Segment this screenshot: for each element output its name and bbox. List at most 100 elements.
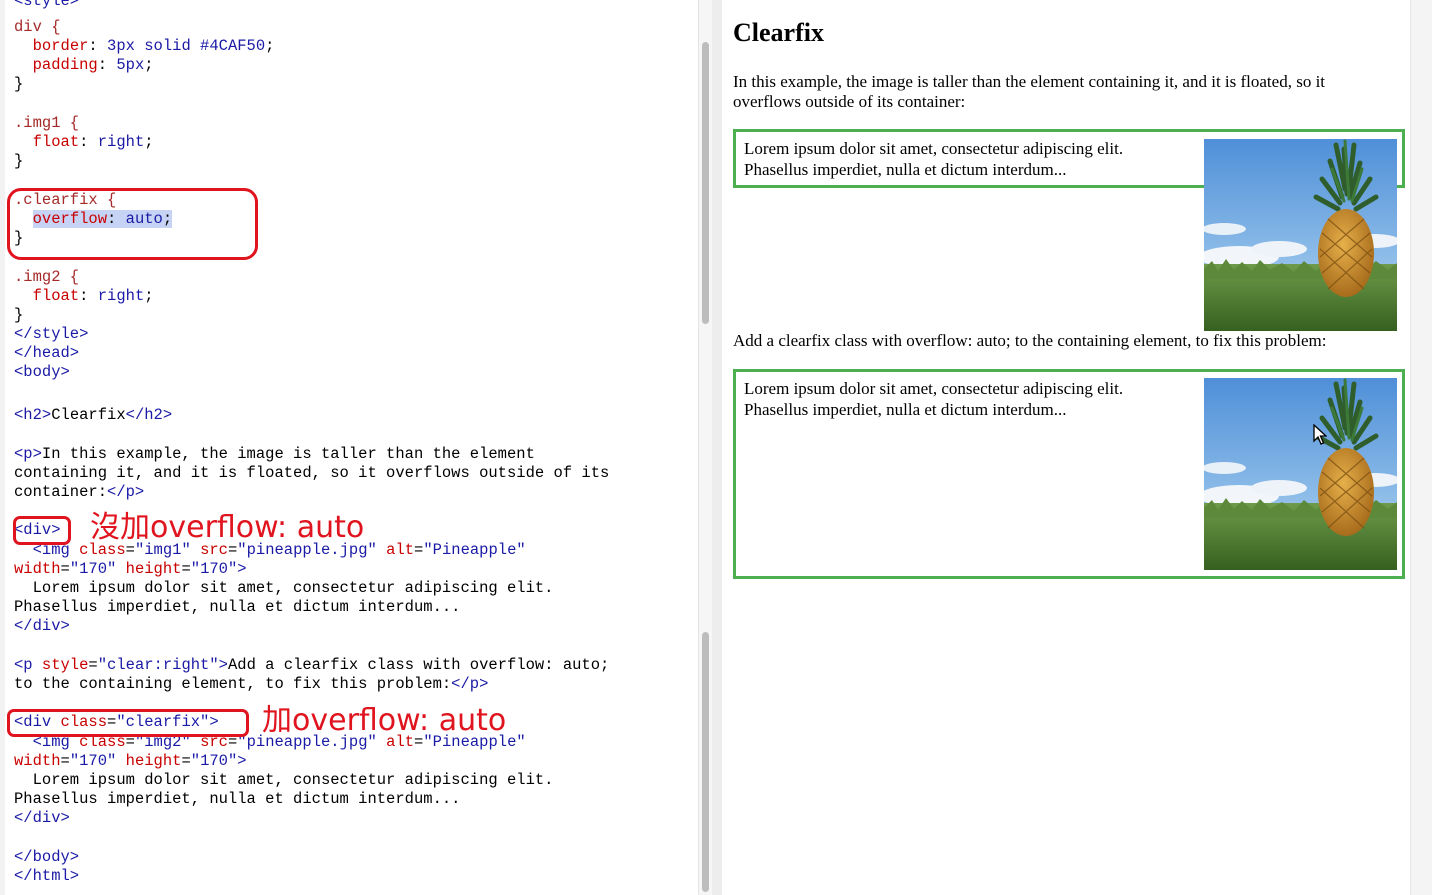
code-line[interactable]: } bbox=[14, 152, 23, 171]
code-token: ; bbox=[144, 56, 154, 74]
code-line[interactable]: </style> bbox=[14, 325, 88, 344]
code-line[interactable]: <p style="clear:right">Add a clearfix cl… bbox=[14, 656, 609, 675]
code-token: = bbox=[60, 560, 70, 578]
code-token: </style> bbox=[14, 325, 89, 343]
code-token: : bbox=[97, 56, 117, 74]
code-token: div { bbox=[14, 18, 61, 36]
code-token: height bbox=[125, 560, 182, 578]
code-line[interactable]: </div> bbox=[14, 809, 70, 828]
code-token: </p> bbox=[107, 483, 145, 501]
code-line[interactable]: </head> bbox=[14, 344, 79, 363]
lorem-line-2: Phasellus imperdiet, nulla et dictum int… bbox=[744, 400, 1067, 419]
editor-scrollbar-thumb-bottom[interactable] bbox=[702, 632, 709, 892]
code-line[interactable]: to the containing element, to fix this p… bbox=[14, 675, 488, 694]
code-line[interactable]: </div> bbox=[14, 617, 70, 636]
code-token: 3px solid #4CAF50 bbox=[107, 37, 266, 55]
code-line[interactable]: width="170" height="170"> bbox=[14, 752, 247, 771]
code-token: border bbox=[32, 37, 89, 55]
clearfix-rule-highlight-box bbox=[7, 188, 258, 260]
code-line[interactable]: border: 3px solid #4CAF50; bbox=[14, 37, 275, 56]
code-token: In this example, the image is taller tha… bbox=[41, 445, 535, 463]
lorem-line-1: Lorem ipsum dolor sit amet, consectetur … bbox=[744, 379, 1124, 398]
div-tag-highlight-box bbox=[13, 516, 71, 545]
code-token: : bbox=[79, 287, 98, 305]
annotation-no-overflow: 沒加overflow: auto bbox=[90, 510, 365, 545]
code-token: </html> bbox=[14, 867, 80, 885]
code-token: <body> bbox=[14, 363, 70, 381]
code-line[interactable]: </html> bbox=[14, 867, 79, 886]
code-line[interactable]: Phasellus imperdiet, nulla et dictum int… bbox=[14, 790, 460, 809]
code-token: = bbox=[88, 656, 98, 674]
code-line[interactable]: float: right; bbox=[14, 287, 154, 306]
code-line[interactable]: width="170" height="170"> bbox=[14, 560, 247, 579]
code-token: 5px bbox=[116, 56, 145, 74]
intro-paragraph: In this example, the image is taller tha… bbox=[733, 72, 1326, 111]
code-token: } bbox=[14, 75, 24, 93]
code-token: "170" bbox=[69, 752, 117, 770]
code-line[interactable]: Phasellus imperdiet, nulla et dictum int… bbox=[14, 598, 460, 617]
code-editor-pane[interactable]: <style> div { border: 3px solid #4CAF50; … bbox=[0, 0, 698, 895]
code-token: <style> bbox=[14, 0, 80, 10]
demo-box-text: Lorem ipsum dolor sit amet, consectetur … bbox=[744, 378, 1184, 420]
code-token: > bbox=[237, 560, 247, 578]
code-token: } bbox=[14, 152, 24, 170]
code-token: <p> bbox=[14, 445, 42, 463]
code-line[interactable]: } bbox=[14, 306, 23, 325]
code-token: > bbox=[218, 656, 228, 674]
editor-scrollbar-thumb-top[interactable] bbox=[702, 42, 709, 324]
demo-box-text: Lorem ipsum dolor sit amet, consectetur … bbox=[744, 138, 1184, 180]
code-token: } bbox=[14, 306, 24, 324]
code-token: ; bbox=[144, 133, 154, 151]
mouse-pointer-icon bbox=[1313, 424, 1327, 445]
code-token: style bbox=[41, 656, 89, 674]
code-line[interactable]: container:</p> bbox=[14, 483, 144, 502]
preview-scrollbar-track[interactable] bbox=[1410, 0, 1432, 895]
code-token: > bbox=[237, 752, 247, 770]
code-token: Add a clearfix class with overflow: auto… bbox=[227, 656, 610, 674]
code-token: right bbox=[97, 133, 145, 151]
code-token: ; bbox=[144, 287, 154, 305]
code-line[interactable]: float: right; bbox=[14, 133, 154, 152]
clearfix-div-highlight-box bbox=[7, 709, 249, 737]
pineapple-image bbox=[1204, 139, 1397, 331]
code-token: </div> bbox=[14, 809, 70, 827]
code-token: Clearfix bbox=[51, 406, 126, 424]
code-token: float bbox=[32, 287, 80, 305]
code-line[interactable]: .img2 { bbox=[14, 268, 79, 287]
code-token: = bbox=[181, 752, 191, 770]
code-line[interactable]: Lorem ipsum dolor sit amet, consectetur … bbox=[14, 771, 554, 790]
code-token: ; bbox=[265, 37, 275, 55]
code-token: </p> bbox=[451, 675, 489, 693]
annotation-add-overflow: 加overflow: auto bbox=[262, 703, 507, 738]
code-token: "170" bbox=[69, 560, 117, 578]
code-line[interactable]: </body> bbox=[14, 848, 79, 867]
code-token: Phasellus imperdiet, nulla et dictum int… bbox=[14, 790, 461, 808]
code-line[interactable]: } bbox=[14, 75, 23, 94]
code-line[interactable]: <p>In this example, the image is taller … bbox=[14, 445, 535, 464]
code-token: width bbox=[14, 560, 61, 578]
code-line[interactable]: <h2>Clearfix</h2> bbox=[14, 406, 172, 425]
code-line[interactable]: <style> bbox=[14, 0, 79, 11]
code-token: = bbox=[181, 560, 191, 578]
code-token: container: bbox=[14, 483, 108, 501]
code-token: <p bbox=[14, 656, 42, 674]
result-preview-pane: Clearfix In this example, the image is t… bbox=[722, 0, 1410, 895]
code-token: containing it, and it is floated, so it … bbox=[14, 464, 610, 482]
code-line[interactable]: .img1 { bbox=[14, 114, 79, 133]
pane-splitter[interactable] bbox=[712, 0, 722, 895]
code-line[interactable]: <body> bbox=[14, 363, 70, 382]
code-token: "170" bbox=[190, 560, 238, 578]
code-line[interactable]: div { bbox=[14, 18, 61, 37]
code-token: Lorem ipsum dolor sit amet, consectetur … bbox=[14, 579, 554, 597]
code-line[interactable]: padding: 5px; bbox=[14, 56, 154, 75]
code-line[interactable]: containing it, and it is floated, so it … bbox=[14, 464, 609, 483]
code-token: = bbox=[60, 752, 70, 770]
code-token: Lorem ipsum dolor sit amet, consectetur … bbox=[14, 771, 554, 789]
code-line[interactable]: Lorem ipsum dolor sit amet, consectetur … bbox=[14, 579, 554, 598]
